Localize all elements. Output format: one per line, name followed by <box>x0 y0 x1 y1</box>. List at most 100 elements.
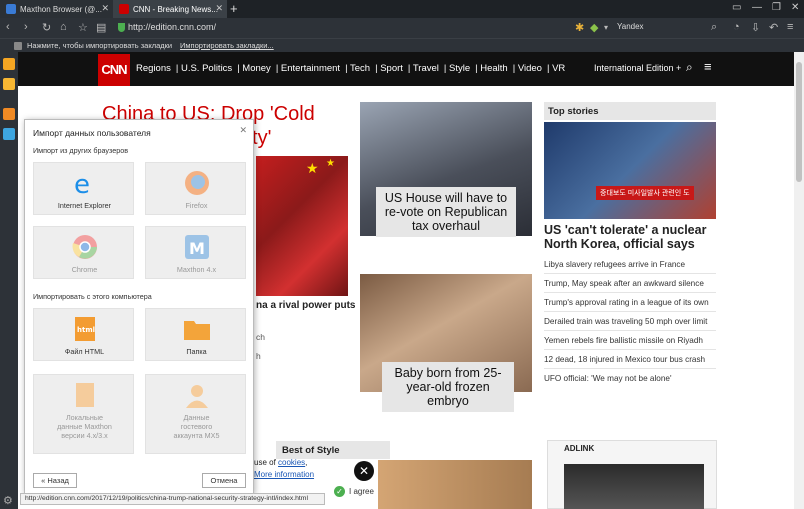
firefox-icon <box>185 171 209 195</box>
chat-icon[interactable] <box>3 128 15 140</box>
agree-button[interactable]: ✓ I agree <box>334 486 374 497</box>
account-icon[interactable]: ◔ <box>733 21 740 33</box>
tile-internet-explorer[interactable]: e Internet Explorer <box>33 162 134 215</box>
cookies-link[interactable]: cookies <box>278 458 305 467</box>
nav-item[interactable]: Style <box>449 63 470 74</box>
ad-image[interactable] <box>564 464 704 509</box>
favorites-star-icon[interactable] <box>3 58 15 70</box>
nav-item[interactable]: Sport <box>380 63 403 74</box>
top-story-headline[interactable]: US 'can't tolerate' a nuclear North Kore… <box>544 223 716 251</box>
secure-shield-icon <box>118 23 125 32</box>
ad-logo: ADLINK <box>564 444 595 453</box>
title-bar: Maxthon Browser (@... ✕ CNN - Breaking N… <box>0 0 804 18</box>
flags-photo[interactable]: ★ ★ <box>256 156 348 296</box>
address-bar[interactable]: http://edition.cnn.com/ <box>128 22 216 32</box>
close-cookie-icon[interactable]: ✕ <box>354 461 374 481</box>
nav-item[interactable]: VR <box>552 63 565 74</box>
navigation-bar: ‹ › ↻ ⌂ ☆ ▤ http://edition.cnn.com/ ✱ ◆ … <box>0 18 804 38</box>
more-information-link[interactable]: More information <box>254 470 314 479</box>
story-link[interactable]: ch <box>256 332 356 342</box>
scrollbar[interactable] <box>794 52 804 509</box>
cancel-button[interactable]: Отмена <box>202 473 246 488</box>
tab-cnn[interactable]: CNN - Breaking News... ✕ <box>113 0 227 18</box>
chrome-icon <box>72 235 97 259</box>
top-story-item[interactable]: Derailed train was traveling 50 mph over… <box>544 317 716 326</box>
tile-chrome[interactable]: Chrome <box>33 226 134 279</box>
tile-label: Файл HTML <box>64 347 105 356</box>
style-photo[interactable] <box>378 460 532 509</box>
notes-icon[interactable] <box>3 78 15 90</box>
top-story-item[interactable]: Libya slavery refugees arrive in France <box>544 260 716 269</box>
close-window-icon[interactable]: ✕ <box>791 2 799 13</box>
search-icon[interactable]: ⌕ <box>686 60 693 75</box>
nav-item[interactable]: U.S. Politics <box>181 63 232 74</box>
edition-selector[interactable]: International Edition + <box>594 63 681 73</box>
rss-icon[interactable] <box>3 108 15 120</box>
check-icon: ✓ <box>334 486 345 497</box>
bookmark-bar: Нажмите, чтобы импортировать закладки Им… <box>0 38 804 52</box>
menu-icon[interactable]: ≡ <box>787 21 793 33</box>
home-icon[interactable]: ⌂ <box>60 21 67 33</box>
extension-icon[interactable]: ◆ <box>590 21 598 34</box>
nav-item[interactable]: Travel <box>413 63 439 74</box>
tile-maxthon[interactable]: M Maxthon 4.x <box>145 226 246 279</box>
scrollbar-thumb[interactable] <box>796 62 802 182</box>
section-label: Импорт из других браузеров <box>33 146 129 155</box>
tile-guest-account[interactable]: Данные гостевого аккаунта MX5 <box>145 374 246 454</box>
tv-overlay-text: 중대보도 미사일발사 관련인 도 <box>596 186 694 200</box>
search-icon[interactable]: ⌕ <box>711 21 717 34</box>
status-bar-url: http://edition.cnn.com/2017/12/19/politi… <box>20 493 325 505</box>
cnn-header: CNN Regions | U.S. Politics | Money | Enter… <box>18 52 794 86</box>
internet-explorer-icon: e <box>74 170 90 197</box>
top-story-item[interactable]: Yemen rebels fire ballistic missile on R… <box>544 336 716 345</box>
tile-html-file[interactable]: html Файл HTML <box>33 308 134 361</box>
search-engine-dropdown-icon[interactable]: ▾ <box>604 23 608 32</box>
back-icon[interactable]: ‹ <box>6 21 10 33</box>
tile-folder[interactable]: Папка <box>145 308 246 361</box>
top-story-item[interactable]: 12 dead, 18 injured in Mexico tour bus c… <box>544 355 716 364</box>
cnn-logo[interactable]: CNN <box>98 54 130 86</box>
tab-maxthon[interactable]: Maxthon Browser (@... ✕ <box>0 0 113 18</box>
hamburger-menu-icon[interactable]: ≡ <box>704 59 712 74</box>
cnn-favicon-icon <box>119 4 129 14</box>
divider <box>544 330 716 331</box>
import-bookmarks-link[interactable]: Импортировать закладки... <box>180 41 274 50</box>
north-korea-photo[interactable]: 중대보도 미사일발사 관련인 도 <box>544 122 716 219</box>
tile-local-data[interactable]: Локальные данные Maxthon версии 4.x/3.x <box>33 374 134 454</box>
nav-item[interactable]: Money <box>242 63 271 74</box>
story-caption[interactable]: na a rival power puts <box>256 300 355 311</box>
back-button[interactable]: « Назад <box>33 473 77 488</box>
svg-text:e: e <box>74 170 90 197</box>
tab-label: CNN - Breaking News... <box>133 5 218 14</box>
nav-item[interactable]: Video <box>518 63 542 74</box>
minimize-icon[interactable]: — <box>752 2 762 13</box>
reader-icon[interactable]: ▤ <box>96 21 106 34</box>
forward-icon[interactable]: › <box>24 21 28 33</box>
reload-icon[interactable]: ↻ <box>42 21 51 34</box>
tile-label: Локальные данные Maxthon версии 4.x/3.x <box>57 413 112 440</box>
nav-item[interactable]: Regions <box>136 63 171 74</box>
story-caption[interactable]: Baby born from 25-year-old frozen embryo <box>382 362 514 412</box>
restore-icon[interactable]: ❐ <box>772 2 781 13</box>
new-tab-icon[interactable]: + <box>230 1 238 16</box>
top-story-item[interactable]: Trump's approval rating in a league of i… <box>544 298 716 307</box>
top-story-item[interactable]: Trump, May speak after an awkward silenc… <box>544 279 716 288</box>
dialog-title: Импорт данных пользователя <box>33 128 151 138</box>
undo-icon[interactable]: ↶ <box>769 21 778 34</box>
settings-gear-icon[interactable]: ⚙ <box>3 494 13 507</box>
favorite-star-icon[interactable]: ☆ <box>78 21 88 34</box>
story-link[interactable]: h <box>256 351 356 361</box>
search-engine-label[interactable]: Yandex <box>617 22 644 31</box>
close-tab-icon[interactable]: ✕ <box>101 3 109 14</box>
tab-list-icon[interactable]: ▭ <box>732 2 741 13</box>
tile-firefox[interactable]: Firefox <box>145 162 246 215</box>
top-story-item[interactable]: UFO official: 'We may not be alone' <box>544 374 716 383</box>
download-icon[interactable]: ⇩ <box>751 21 760 34</box>
story-caption[interactable]: US House will have to re-vote on Republi… <box>376 187 516 237</box>
nav-item[interactable]: Tech <box>350 63 370 74</box>
nav-item[interactable]: Entertainment <box>281 63 340 74</box>
extension-icon[interactable]: ✱ <box>575 21 584 34</box>
close-tab-icon[interactable]: ✕ <box>215 3 223 14</box>
close-icon[interactable]: ✕ <box>239 125 247 136</box>
nav-item[interactable]: Health <box>480 63 507 74</box>
